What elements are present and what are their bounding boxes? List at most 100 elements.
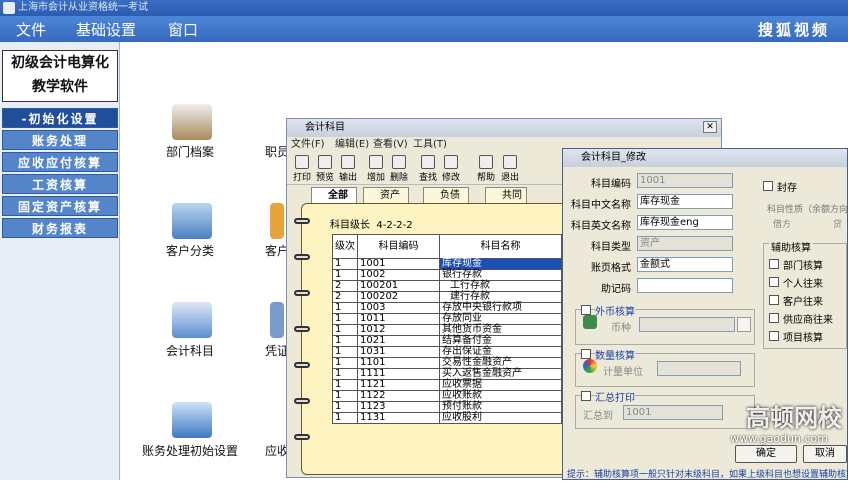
nav-fixed-assets[interactable]: 固定资产核算	[2, 196, 118, 216]
type-select[interactable]: 资产	[637, 236, 733, 251]
table-row[interactable]: 2 100201 工行存款	[332, 280, 562, 292]
column-code[interactable]: 科目编码	[357, 234, 440, 259]
customer-category-label[interactable]: 客户分类	[166, 242, 214, 259]
summary-field[interactable]: 1001	[623, 405, 723, 420]
customer-icon[interactable]	[270, 203, 284, 239]
find-button[interactable]: 查找	[417, 155, 439, 183]
cell-level: 2	[332, 291, 358, 303]
aux-person-checkbox[interactable]	[769, 277, 779, 287]
delete-button[interactable]: 删除	[388, 155, 410, 183]
nav-accounting[interactable]: 账务处理	[2, 130, 118, 150]
hint-text: 提示：辅助核算项一般只针对末级科目，如果上级科目也想设置辅助核算	[567, 470, 848, 480]
cn-name-field[interactable]: 库存现金	[637, 194, 733, 209]
modify-button[interactable]: 修改	[440, 155, 462, 183]
menu-view-v[interactable]: 查看(V)	[373, 137, 408, 153]
accounting-init-label[interactable]: 账务处理初始设置	[142, 442, 238, 459]
chart-of-accounts-label[interactable]: 会计科目	[166, 342, 214, 359]
close-icon[interactable]: ✕	[703, 121, 717, 133]
tab-common[interactable]: 共同	[485, 187, 527, 203]
voucher-icon[interactable]	[270, 302, 284, 338]
cell-name: 交易性金融资产	[439, 357, 562, 369]
fx-checkbox[interactable]	[581, 305, 591, 315]
menu-window[interactable]: 窗口	[168, 19, 198, 40]
department-archive-icon[interactable]	[172, 104, 212, 140]
credit-radio[interactable]: 贷	[833, 217, 842, 230]
table-row[interactable]: 1 1101 交易性金融资产	[332, 357, 562, 369]
table-row[interactable]: 1 1131 应收股利	[332, 412, 562, 424]
menu-edit-e[interactable]: 编辑(E)	[335, 137, 369, 153]
menu-file-f[interactable]: 文件(F)	[291, 137, 325, 153]
help-button[interactable]: 帮助	[475, 155, 497, 183]
table-row[interactable]: 1 1123 预付账款	[332, 401, 562, 413]
search-icon[interactable]	[737, 317, 751, 332]
exit-button[interactable]: 退出	[499, 155, 521, 183]
table-row[interactable]: 1 1122 应收账款	[332, 390, 562, 402]
software-logo: 初级会计电算化 教学软件	[2, 50, 118, 102]
cell-code: 1021	[357, 335, 440, 347]
chart-of-accounts-icon[interactable]	[172, 302, 212, 338]
menu-file[interactable]: 文件	[16, 19, 46, 40]
qty-checkbox[interactable]	[581, 349, 591, 359]
summary-checkbox[interactable]	[581, 391, 591, 401]
binder-ring	[294, 290, 310, 296]
cell-name: 存放同业	[439, 313, 562, 325]
unit-field[interactable]	[657, 361, 741, 376]
mnemonic-field[interactable]	[637, 278, 733, 293]
table-row[interactable]: 1 1011 存放同业	[332, 313, 562, 325]
export-button[interactable]: 输出	[337, 155, 359, 183]
cell-code: 1031	[357, 346, 440, 358]
accounts-window-titlebar: 会计科目 ✕	[287, 119, 721, 137]
cell-code: 1111	[357, 368, 440, 380]
en-name-field[interactable]: 库存现金eng	[637, 215, 733, 230]
cell-name: 其他货币资金	[439, 324, 562, 336]
fx-label: 外币核算	[595, 303, 635, 318]
table-row[interactable]: 1 1111 买入返售金融资产	[332, 368, 562, 380]
nav-init-settings[interactable]: -初始化设置	[2, 108, 118, 128]
accounts-table: 级次 科目编码 科目名称 1 1001 库存现金 1 1002 银行存款 2 100201 工行…	[332, 234, 562, 424]
format-select[interactable]: 金额式	[637, 257, 733, 272]
menu-tools-t[interactable]: 工具(T)	[413, 137, 447, 153]
code-field[interactable]: 1001	[637, 173, 733, 188]
customer-category-icon[interactable]	[172, 203, 212, 239]
binder-ring	[294, 398, 310, 404]
table-row[interactable]: 1 1002 银行存款	[332, 269, 562, 281]
cell-name: 应收股利	[439, 412, 562, 424]
aux-customer-checkbox[interactable]	[769, 295, 779, 305]
column-level[interactable]: 级次	[332, 234, 358, 259]
column-name[interactable]: 科目名称	[439, 234, 562, 259]
table-row[interactable]: 1 1031 存出保证金	[332, 346, 562, 358]
ok-button[interactable]: 确定	[735, 445, 797, 463]
aux-project-checkbox[interactable]	[769, 331, 779, 341]
cancel-button[interactable]: 取消	[803, 445, 847, 463]
accounting-init-icon[interactable]	[172, 402, 212, 438]
print-button[interactable]: 打印	[291, 155, 313, 183]
table-row[interactable]: 1 1121 应收票据	[332, 379, 562, 391]
cell-code: 100202	[357, 291, 440, 303]
currency-select[interactable]	[639, 317, 735, 332]
aux-supplier-checkbox[interactable]	[769, 313, 779, 323]
table-row[interactable]: 2 100202 建行存款	[332, 291, 562, 303]
menu-basic-settings[interactable]: 基础设置	[76, 19, 136, 40]
nav-payroll[interactable]: 工资核算	[2, 174, 118, 194]
table-row[interactable]: 1 1001 库存现金	[332, 258, 562, 270]
accounts-window-title: 会计科目	[305, 122, 345, 133]
tab-all[interactable]: 全部	[311, 187, 357, 203]
tab-liabilities[interactable]: 负债	[423, 187, 469, 203]
cell-name: 预付账款	[439, 401, 562, 413]
tab-assets[interactable]: 资产	[363, 187, 409, 203]
nav-receivable-payable[interactable]: 应收应付核算	[2, 152, 118, 172]
unit-label: 计量单位	[603, 367, 643, 378]
table-row[interactable]: 1 1012 其他货币资金	[332, 324, 562, 336]
aux-dept-checkbox[interactable]	[769, 259, 779, 269]
account-level-line: 科目级长 4-2-2-2	[330, 216, 413, 231]
debit-radio[interactable]: 借方	[773, 217, 791, 230]
level-value: 4-2-2-2	[376, 220, 413, 231]
add-button[interactable]: 增加	[365, 155, 387, 183]
app-icon	[3, 2, 15, 14]
table-row[interactable]: 1 1003 存放中央银行款项	[332, 302, 562, 314]
sealed-checkbox[interactable]	[763, 181, 773, 191]
nav-reports[interactable]: 财务报表	[2, 218, 118, 238]
department-archive-label[interactable]: 部门档案	[166, 143, 214, 160]
table-row[interactable]: 1 1021 结算备付金	[332, 335, 562, 347]
preview-button[interactable]: 预览	[314, 155, 336, 183]
